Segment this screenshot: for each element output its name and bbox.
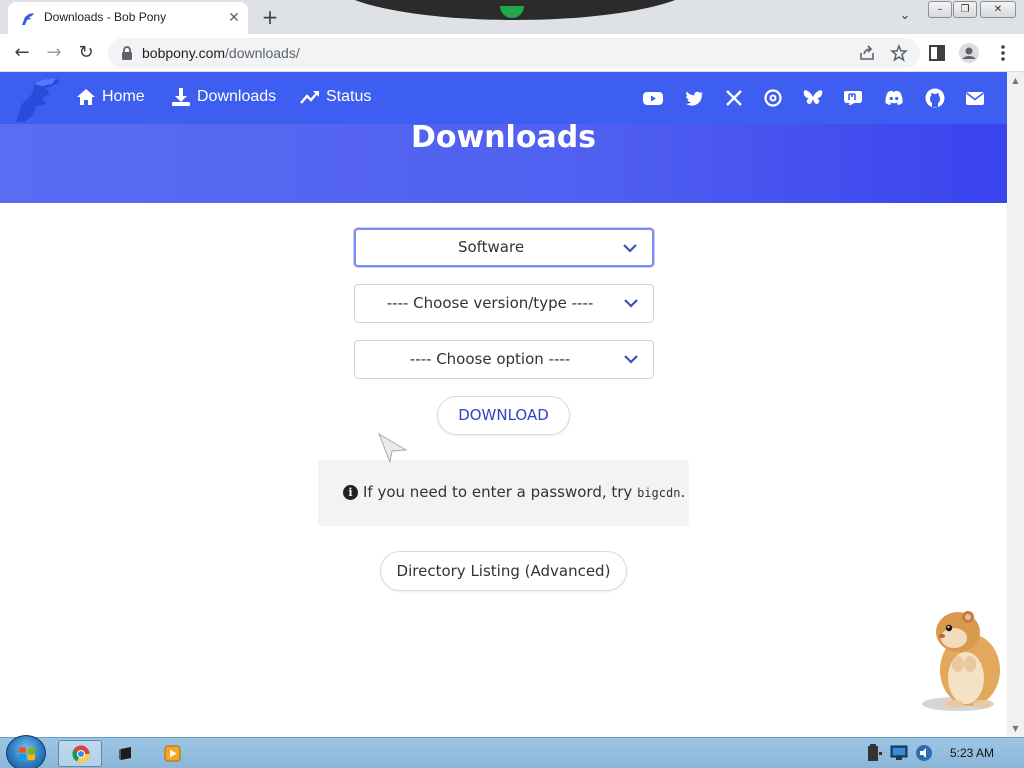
threads-icon[interactable] (762, 87, 784, 109)
start-button[interactable] (6, 735, 46, 768)
download-icon (172, 88, 190, 106)
github-icon[interactable] (924, 87, 946, 109)
volume-icon[interactable] (915, 744, 933, 762)
forward-button[interactable]: → (41, 40, 67, 66)
mail-icon[interactable] (964, 87, 986, 109)
media-player-icon (164, 745, 181, 762)
browser-toolbar: ← → ↻ bobpony.com/downloads/ (0, 34, 1024, 72)
close-window-button[interactable]: ✕ (980, 1, 1016, 18)
twitter-icon[interactable] (683, 87, 705, 109)
version-select-value: ---- Choose version/type ---- (386, 294, 594, 312)
share-icon[interactable] (858, 44, 876, 62)
hamster-mascot (922, 611, 1000, 711)
tab-close-icon[interactable]: ✕ (224, 8, 244, 28)
bluesky-icon[interactable] (802, 87, 824, 109)
battery-icon[interactable] (866, 742, 884, 764)
tab-downloads[interactable]: Downloads - Bob Pony ✕ (8, 2, 248, 34)
url-text: bobpony.com/downloads/ (142, 45, 300, 61)
password-hint-suffix: . (680, 483, 686, 501)
option-select[interactable]: ---- Choose option ---- (354, 340, 654, 379)
x-icon[interactable] (723, 87, 745, 109)
option-select-value: ---- Choose option ---- (409, 350, 571, 368)
scroll-up-icon[interactable]: ▲ (1011, 76, 1020, 85)
bobpony-favicon-icon (22, 13, 34, 25)
page-title: Downloads (410, 120, 597, 155)
nav-downloads[interactable]: Downloads (171, 87, 276, 107)
download-button[interactable]: DOWNLOAD (437, 396, 570, 435)
tab-search-button[interactable]: ⌄ (895, 8, 915, 28)
page-scrollbar[interactable]: ▲ ▼ (1007, 72, 1024, 737)
nav-status[interactable]: Status (300, 87, 371, 107)
address-bar[interactable]: bobpony.com/downloads/ (108, 38, 920, 68)
site-navbar: Home Downloads Status (0, 72, 1007, 124)
menu-icon[interactable] (992, 42, 1014, 64)
directory-listing-button[interactable]: Directory Listing (Advanced) (380, 551, 627, 591)
tab-title: Downloads - Bob Pony (44, 10, 167, 24)
taskbar: 5:23 AM (0, 735, 1024, 768)
network-icon[interactable] (890, 745, 908, 761)
password-hint: If you need to enter a password, try big… (363, 483, 685, 501)
password-info-box: i If you need to enter a password, try b… (318, 460, 689, 526)
system-tray (862, 738, 1024, 768)
home-icon (77, 89, 95, 105)
chevron-down-icon (624, 355, 638, 364)
windows-logo-icon (19, 747, 35, 761)
taskbar-clock[interactable]: 5:23 AM (950, 746, 994, 760)
back-button[interactable]: ← (9, 40, 35, 66)
discord-icon[interactable] (883, 87, 905, 109)
terminal-icon (119, 747, 131, 760)
password-hint-text: If you need to enter a password, try (363, 483, 633, 501)
profile-icon[interactable] (958, 42, 980, 64)
chevron-down-icon (623, 244, 637, 253)
trend-icon (300, 91, 319, 104)
scroll-down-icon[interactable]: ▼ (1011, 724, 1020, 733)
side-panel-icon[interactable] (926, 42, 948, 64)
restore-button[interactable]: ❐ (953, 1, 977, 18)
version-select[interactable]: ---- Choose version/type ---- (354, 284, 654, 323)
web-page: Downloads Home Downloads Status Software (0, 72, 1007, 737)
star-icon[interactable] (890, 44, 908, 62)
url-path: /downloads/ (225, 45, 300, 61)
lock-icon[interactable] (120, 45, 134, 61)
category-select[interactable]: Software (354, 228, 654, 267)
nav-home[interactable]: Home (76, 87, 145, 107)
taskbar-chrome[interactable] (58, 740, 102, 767)
chrome-icon (72, 745, 90, 763)
url-host: bobpony.com (142, 45, 226, 61)
mouse-cursor (378, 433, 408, 463)
new-tab-button[interactable]: + (258, 5, 282, 29)
taskbar-terminal[interactable] (104, 740, 148, 767)
youtube-icon[interactable] (642, 87, 664, 109)
minimize-button[interactable]: – (928, 1, 952, 18)
nav-home-label: Home (102, 88, 145, 105)
tab-strip: Downloads - Bob Pony ✕ + ⌄ – ❐ ✕ (0, 0, 1024, 34)
nav-downloads-label: Downloads (197, 88, 277, 105)
chevron-down-icon (624, 299, 638, 308)
password-code: bigcdn (637, 486, 681, 500)
bobpony-logo[interactable] (12, 76, 64, 124)
reload-button[interactable]: ↻ (73, 40, 99, 66)
category-select-value: Software (457, 238, 525, 256)
info-icon: i (343, 485, 358, 500)
nav-status-label: Status (326, 88, 372, 105)
taskbar-media-player[interactable] (150, 740, 194, 767)
mastodon-icon[interactable] (842, 87, 864, 109)
